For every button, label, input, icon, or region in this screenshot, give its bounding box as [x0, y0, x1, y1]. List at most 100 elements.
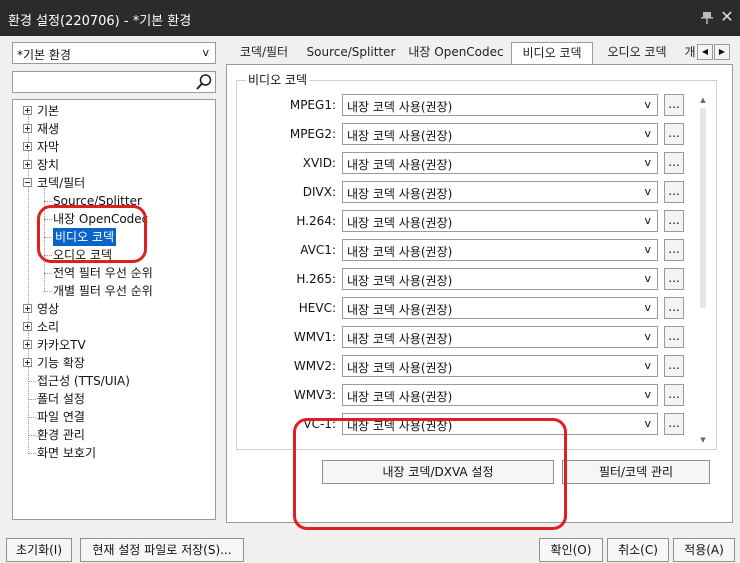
- expand-plus-icon[interactable]: [23, 340, 32, 349]
- group-title: 비디오 코덱: [246, 71, 310, 88]
- codec-label: WMV3:: [293, 388, 336, 402]
- tree-item-label: 환경 관리: [37, 428, 85, 442]
- tree-item-label: 카카오TV: [37, 338, 86, 352]
- tab[interactable]: 내장 OpenCodec: [402, 42, 510, 64]
- tree-guide-line: [44, 237, 52, 238]
- tree-item-label: 오디오 코덱: [53, 248, 113, 262]
- collapse-minus-icon[interactable]: [23, 178, 32, 187]
- tree-item-label: 장치: [37, 158, 60, 172]
- codec-options-button[interactable]: ...: [664, 326, 684, 348]
- reset-button[interactable]: 초기화(I): [6, 538, 72, 562]
- chevron-down-icon: v: [644, 127, 651, 140]
- scroll-down-icon[interactable]: ▼: [697, 434, 709, 446]
- codec-options-button[interactable]: ...: [664, 239, 684, 261]
- expand-plus-icon[interactable]: [23, 124, 32, 133]
- codec-options-button[interactable]: ...: [664, 384, 684, 406]
- codec-options-button[interactable]: ...: [664, 297, 684, 319]
- tree-guide-line: [44, 291, 52, 292]
- codec-options-button[interactable]: ...: [664, 355, 684, 377]
- codec-select[interactable]: 내장 코덱 사용(권장) v: [342, 326, 658, 348]
- codec-select-value: 내장 코덱 사용(권장): [347, 158, 453, 172]
- codec-label: WMV2:: [293, 359, 336, 373]
- codec-label: MPEG1:: [289, 98, 336, 112]
- codec-select[interactable]: 내장 코덱 사용(권장) v: [342, 297, 658, 319]
- codec-select-value: 내장 코덱 사용(권장): [347, 419, 453, 433]
- chevron-down-icon: v: [644, 214, 651, 227]
- expand-plus-icon[interactable]: [23, 106, 32, 115]
- codec-select[interactable]: 내장 코덱 사용(권장) v: [342, 210, 658, 232]
- window-title: 환경 설정(220706) - *기본 환경: [8, 14, 192, 29]
- save-to-file-button[interactable]: 현재 설정 파일로 저장(S)...: [80, 538, 244, 562]
- codec-select-value: 내장 코덱 사용(권장): [347, 187, 453, 201]
- codec-select[interactable]: 내장 코덱 사용(권장) v: [342, 268, 658, 290]
- codec-select-value: 내장 코덱 사용(권장): [347, 361, 453, 375]
- tree-guide-line: [28, 399, 36, 400]
- search-input[interactable]: [12, 71, 216, 93]
- codec-select-value: 내장 코덱 사용(권장): [347, 274, 453, 288]
- codec-select[interactable]: 내장 코덱 사용(권장) v: [342, 413, 658, 435]
- expand-plus-icon[interactable]: [23, 358, 32, 367]
- tab-scroll-right-button[interactable]: ▶: [714, 44, 730, 60]
- tree-item-label: 기능 확장: [37, 356, 85, 370]
- codec-select[interactable]: 내장 코덱 사용(권장) v: [342, 94, 658, 116]
- apply-button[interactable]: 적용(A): [673, 538, 735, 562]
- codec-options-button[interactable]: ...: [664, 413, 684, 435]
- codec-select[interactable]: 내장 코덱 사용(권장) v: [342, 123, 658, 145]
- codec-options-button[interactable]: ...: [664, 268, 684, 290]
- scroll-up-icon[interactable]: ▲: [697, 94, 709, 106]
- close-icon[interactable]: ✕: [719, 8, 735, 26]
- chevron-down-icon: v: [644, 388, 651, 401]
- codec-options-button[interactable]: ...: [664, 210, 684, 232]
- chevron-down-icon: v: [644, 359, 651, 372]
- search-icon[interactable]: [195, 73, 213, 91]
- codec-label: XVID:: [302, 156, 336, 170]
- tree-guide-line: [28, 435, 36, 436]
- tree-item-label: 코덱/필터: [37, 176, 86, 190]
- cancel-button[interactable]: 취소(C): [607, 538, 669, 562]
- chevron-down-icon: v: [644, 330, 651, 343]
- codec-options-button[interactable]: ...: [664, 123, 684, 145]
- tree-item-label: 소리: [37, 320, 60, 334]
- expand-plus-icon[interactable]: [23, 322, 32, 331]
- filter-codec-manage-button[interactable]: 필터/코덱 관리: [562, 460, 710, 484]
- codec-select-value: 내장 코덱 사용(권장): [347, 332, 453, 346]
- profile-select[interactable]: *기본 환경 v: [12, 42, 216, 64]
- expand-plus-icon[interactable]: [23, 142, 32, 151]
- tab[interactable]: 코덱/필터: [227, 42, 301, 64]
- expand-plus-icon[interactable]: [23, 160, 32, 169]
- chevron-down-icon: v: [202, 46, 209, 59]
- codec-select[interactable]: 내장 코덱 사용(권장) v: [342, 239, 658, 261]
- codec-options-button[interactable]: ...: [664, 152, 684, 174]
- dxva-settings-button[interactable]: 내장 코덱/DXVA 설정: [322, 460, 554, 484]
- codec-options-button[interactable]: ...: [664, 181, 684, 203]
- codec-label: HEVC:: [298, 301, 336, 315]
- tree-item-label: 재생: [37, 122, 60, 136]
- codec-select[interactable]: 내장 코덱 사용(권장) v: [342, 384, 658, 406]
- tab[interactable]: Source/Splitter: [302, 42, 400, 64]
- tab[interactable]: 개: [684, 42, 696, 64]
- tree-item-label: Source/Splitter: [53, 194, 142, 208]
- chevron-down-icon: v: [644, 272, 651, 285]
- codec-options-button[interactable]: ...: [664, 94, 684, 116]
- tree-guide-line: [44, 273, 52, 274]
- tree-guide-line: [44, 219, 52, 220]
- tab-scroll-left-button[interactable]: ◀: [697, 44, 713, 60]
- codec-select-value: 내장 코덱 사용(권장): [347, 129, 453, 143]
- pin-icon[interactable]: [700, 9, 714, 25]
- codec-select[interactable]: 내장 코덱 사용(권장) v: [342, 355, 658, 377]
- chevron-down-icon: v: [644, 156, 651, 169]
- scroll-thumb[interactable]: [700, 108, 706, 308]
- codec-select[interactable]: 내장 코덱 사용(권장) v: [342, 152, 658, 174]
- codec-label: H.264:: [296, 214, 336, 228]
- ok-button[interactable]: 확인(O): [539, 538, 603, 562]
- settings-tree[interactable]: 기본 재생 자막 장치 코덱/필터 Source/Splitter 내장 OpenCodec…: [12, 99, 216, 520]
- tree-guide-line: [28, 453, 36, 454]
- expand-plus-icon[interactable]: [23, 304, 32, 313]
- tab[interactable]: 오디오 코덱: [597, 42, 677, 64]
- codec-select[interactable]: 내장 코덱 사용(권장) v: [342, 181, 658, 203]
- chevron-down-icon: v: [644, 243, 651, 256]
- codec-label: DIVX:: [302, 185, 336, 199]
- tab[interactable]: 비디오 코덱: [511, 42, 593, 66]
- codec-label: MPEG2:: [289, 127, 336, 141]
- codec-list-scrollbar[interactable]: ▲ ▼: [697, 94, 709, 446]
